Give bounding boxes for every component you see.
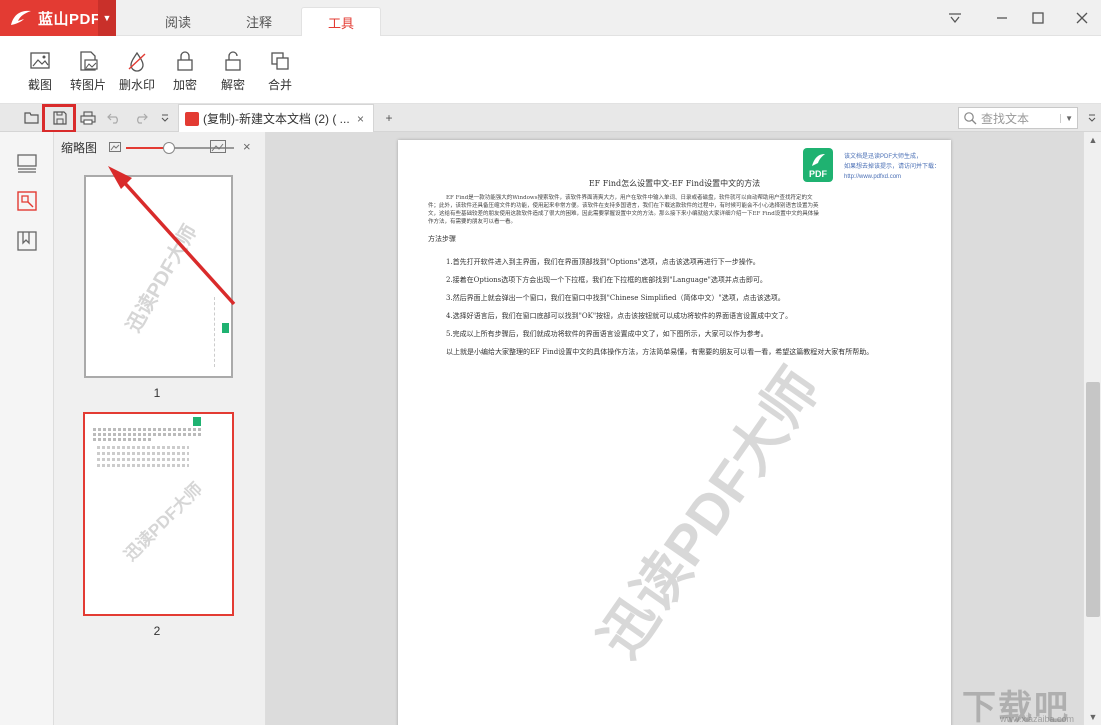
thumbnail-view-icon[interactable]	[16, 152, 38, 174]
screenshot-label: 截图	[27, 78, 52, 92]
document-step-5: 5.完成以上所有步骤后，我们就成功将软件的界面语言设置成中文了，如下图所示，大家…	[446, 330, 768, 338]
generator-note-line: 该文档是迅读PDF大师生成，	[844, 154, 923, 160]
thumbnail-text-line	[93, 433, 201, 436]
document-heading: 方法步骤	[428, 235, 456, 243]
thumbnail-badge	[193, 417, 201, 426]
scroll-up-icon[interactable]: ▲	[1084, 132, 1101, 148]
encrypt-button[interactable]: 加密	[163, 50, 207, 96]
left-rail	[0, 132, 54, 725]
merge-button[interactable]: 合并	[258, 50, 302, 96]
tab-read[interactable]: 阅读	[138, 7, 218, 36]
quick-access-menu-icon[interactable]	[155, 108, 175, 128]
app-name: 蓝山PDF	[38, 10, 101, 28]
pages-icon[interactable]	[16, 190, 38, 212]
document-intro: EF Find是一款功能强大的Windows搜索软件，该软件界面清爽大方，用户在…	[428, 195, 819, 225]
document-tab-bar: +	[0, 104, 1101, 132]
remove-watermark-button[interactable]: 删水印	[115, 50, 159, 96]
document-page: PDF 该文档是迅读PDF大师生成， 如果想去掉该提示，请访问并下载： http…	[398, 140, 951, 725]
ribbon-toolbar: 截图 转图片 删水印 加密 解密 合并	[0, 36, 1101, 104]
thumbnail-watermark: 迅读PDF大师	[122, 221, 202, 337]
screenshot-button[interactable]: 截图	[18, 50, 62, 96]
document-step-1: 1.首先打开软件进入到主界面，我们在界面顶部找到"Options"选项，点击该选…	[446, 258, 760, 266]
zoom-out-image-icon[interactable]	[109, 142, 121, 152]
maximize-icon[interactable]	[1026, 6, 1050, 30]
title-bar: 蓝山PDF ▼ 阅读 注释 工具	[0, 0, 1101, 36]
search-dropdown-icon[interactable]: ▼	[1060, 113, 1073, 123]
chevron-down-icon[interactable]: ▼	[98, 0, 116, 36]
screenshot-icon	[30, 52, 50, 69]
save-annotation-highlight	[42, 104, 76, 133]
scrollbar-thumb[interactable]	[1086, 382, 1100, 617]
to-image-icon	[80, 51, 98, 71]
dropdown-menu-icon[interactable]	[943, 6, 967, 30]
search-placeholder: 查找文本	[981, 111, 1030, 126]
undo-icon[interactable]	[104, 108, 124, 128]
zoom-in-image-icon[interactable]	[210, 140, 226, 153]
decrypt-button[interactable]: 解密	[211, 50, 255, 96]
tab-annotate[interactable]: 注释	[219, 7, 299, 36]
thumbnail-text-line	[93, 438, 153, 441]
redo-icon[interactable]	[131, 108, 151, 128]
merge-icon	[271, 52, 289, 70]
thumbnail-page-number-1: 1	[153, 386, 161, 400]
tab-tools[interactable]: 工具	[301, 7, 381, 36]
page-watermark: 迅读PDF大师	[587, 357, 832, 669]
merge-label: 合并	[267, 78, 292, 92]
search-options-icon[interactable]	[1082, 108, 1101, 128]
open-folder-icon[interactable]	[22, 108, 42, 128]
slider-knob[interactable]	[163, 142, 176, 154]
thumbnail-watermark: 迅读PDF大师	[120, 479, 207, 565]
close-thumbnail-panel-button[interactable]: ×	[243, 139, 251, 154]
lock-icon	[177, 51, 193, 71]
vertical-scrollbar[interactable]: ▲ ▼	[1083, 132, 1101, 725]
thumbnail-edge-line	[214, 297, 215, 367]
close-tab-button[interactable]: ×	[357, 112, 364, 126]
add-tab-button[interactable]: +	[379, 108, 399, 128]
document-title: EF Find怎么设置中文-EF Find设置中文的方法	[588, 179, 761, 188]
pdf-badge-icon: PDF	[803, 148, 833, 182]
encrypt-label: 加密	[172, 78, 197, 92]
generator-note-line: 如果想去掉该提示，请访问并下载：	[844, 164, 941, 170]
thumbnail-panel: 缩略图 × 迅读PDF大师 1 迅读PDF大师 2	[54, 132, 266, 725]
document-step-4: 4.选择好语言后，我们在窗口底部可以找到"OK"按钮，点击该按钮就可以成功将软件…	[446, 312, 793, 320]
remove-watermark-icon	[128, 51, 146, 72]
app-menu-button[interactable]: 蓝山PDF ▼	[0, 0, 116, 36]
decrypt-label: 解密	[220, 78, 245, 92]
search-input[interactable]: 查找文本 ▼	[958, 107, 1078, 129]
to-image-label: 转图片	[69, 78, 106, 92]
thumbnail-header: 缩略图 ×	[54, 132, 265, 162]
thumbnail-text-line	[93, 428, 201, 431]
print-icon[interactable]	[78, 108, 98, 128]
thumbnail-text-line	[97, 464, 189, 467]
app-logo-icon	[11, 10, 31, 25]
scroll-down-icon[interactable]: ▼	[1084, 709, 1101, 725]
close-icon[interactable]	[1070, 6, 1094, 30]
document-step-2: 2.接着在Options选项下方会出现一个下拉框，我们在下拉框的底部找到"Lan…	[446, 276, 767, 284]
unlock-icon	[225, 51, 241, 71]
document-summary: 以上就是小编给大家整理的EF Find设置中文的具体操作方法，方法简单易懂，有需…	[446, 348, 874, 356]
document-tab[interactable]: (复制)-新建文本文档 (2) ( ... ×	[178, 104, 374, 132]
thumbnail-page-number-2: 2	[153, 624, 161, 638]
document-view[interactable]: PDF 该文档是迅读PDF大师生成， 如果想去掉该提示，请访问并下载： http…	[266, 132, 1101, 725]
thumbnail-title: 缩略图	[61, 140, 98, 155]
document-tab-title: (复制)-新建文本文档 (2) ( ...	[203, 112, 350, 126]
document-step-3: 3.然后界面上就会弹出一个窗口，我们在窗口中找到"Chinese Simplif…	[446, 294, 785, 302]
thumbnail-page-1[interactable]: 迅读PDF大师	[84, 175, 233, 378]
thumbnail-text-line	[97, 458, 189, 461]
site-watermark-url: www.xiazaiba.com	[1000, 714, 1075, 724]
remove-watermark-label: 删水印	[118, 78, 155, 92]
bookmark-icon[interactable]	[16, 230, 38, 252]
thumbnail-badge	[222, 323, 229, 333]
search-icon	[964, 112, 977, 125]
to-image-button[interactable]: 转图片	[66, 50, 110, 96]
pdf-file-icon	[185, 111, 199, 126]
minimize-icon[interactable]	[990, 6, 1014, 30]
thumbnail-text-line	[97, 446, 189, 449]
thumbnail-page-2[interactable]: 迅读PDF大师	[83, 412, 234, 616]
thumbnail-text-line	[97, 452, 189, 455]
